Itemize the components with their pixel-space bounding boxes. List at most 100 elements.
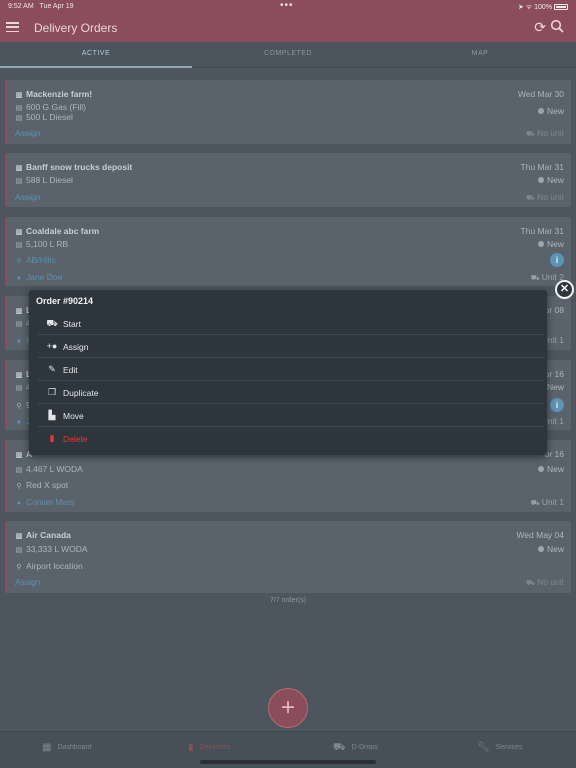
truck-icon: ⛟ [526,131,535,138]
order-date: or 16 [544,369,564,379]
location-pin-icon: ⚲ [16,403,22,410]
truck-icon: ⛟ [526,195,535,202]
nav-services[interactable]: 🔧︎ Services [477,742,523,753]
fuel-icon: ▤ [15,115,23,122]
building-icon: ▥ [15,372,23,379]
tab-indicator [0,66,192,68]
status-badge: New [546,239,564,249]
add-person-icon: +● [46,341,58,351]
vehicle-label: No unit [537,577,564,587]
order-name: Air Canada [26,530,71,540]
home-indicator[interactable] [200,760,376,764]
building-icon: ▥ [15,229,23,236]
add-order-button[interactable]: + [268,688,308,728]
assign-button[interactable]: +● Assign [38,335,544,358]
building-icon: ▥ [15,452,23,459]
order-date: or 16 [544,449,564,459]
person-icon: ● [16,275,22,282]
duplicate-button[interactable]: ❐ Duplicate [38,381,544,404]
nav-d-drops[interactable]: ⛟ D-Drops [333,742,378,755]
info-icon[interactable]: i [550,253,564,267]
close-popup-button[interactable]: ✕ [555,280,574,299]
order-date: Wed Mar 30 [517,89,564,99]
assign-link[interactable]: Assign [15,577,41,587]
order-name: Coaldale abc farm [26,226,100,236]
order-card[interactable]: ▥ Mackenzie farm! Wed Mar 30 ▤ 600 G Gas (… [5,80,571,144]
fuel-icon: ▤ [15,321,23,328]
start-button[interactable]: ⛟ Start [38,312,544,335]
order-card[interactable]: ▥ Banff snow trucks deposit Thu Mar 31 ▤ 5… [5,153,571,207]
status-dot [537,108,544,114]
location-label: Red X spot [26,480,69,490]
tab-completed[interactable]: COMPLETED [228,50,348,57]
product-line: 588 L Diesel [26,175,73,185]
multitask-dots[interactable]: ••• [280,0,294,11]
copy-icon: ❐ [47,387,57,397]
battery-icon [554,4,568,10]
info-icon[interactable]: i [550,398,564,412]
assign-link[interactable]: Assign [15,192,41,202]
product-line: 33,333 L WODA [26,544,88,554]
truck-icon: ⛟ [333,742,346,753]
order-card[interactable]: ▥ Coaldale abc farm Thu Mar 31 ▤ 5,100 L R… [5,217,571,286]
order-date: or 08 [544,305,564,315]
fuel-icon: ▤ [15,467,23,474]
status-badge: New [546,544,564,554]
popup-title: Order #90214 [36,296,94,306]
order-date: Thu Mar 31 [520,162,564,172]
fuel-icon: ▤ [15,242,23,249]
order-name: Mackenzie farm! [26,89,93,99]
trash-icon: ▮ [49,433,55,443]
nav-deliveries[interactable]: ▮ Deliveries [188,742,230,753]
delete-button[interactable]: ▮ Delete [38,427,544,450]
order-actions-popup: Order #90214 ⛟ Start +● Assign ✎ Edit ❐ … [29,290,547,455]
nav-dashboard[interactable]: ▦ Dashboard [42,742,92,753]
status-dot [537,241,544,247]
fuel-icon: ▤ [15,105,23,112]
edit-button[interactable]: ✎ Edit [38,358,544,381]
tab-active[interactable]: ACTIVE [36,50,156,57]
location-pin-icon: ⚲ [16,483,22,490]
page-title: Delivery Orders [34,21,118,35]
order-card[interactable]: ▥ Air Canada Wed May 04 ▤ 33,333 L WODA Ne… [5,521,571,593]
order-date: Wed May 04 [516,530,564,540]
location-label: AB/Hills [26,255,56,265]
building-icon: ▥ [15,92,23,99]
order-date: Thu Mar 31 [520,226,564,236]
status-dot [537,546,544,552]
truck-icon: ⛟ [530,275,540,282]
status-indicators: ➤ ᯤ 100% [518,3,568,12]
driver-link[interactable]: Jane Doe [26,272,62,282]
move-button[interactable]: ▙ Move [38,404,544,427]
person-icon: ● [16,338,22,345]
driver-link[interactable]: Conian Mars [26,497,74,507]
truck-icon: ⛟ [530,500,540,507]
location-pin-icon: ⚲ [16,258,22,265]
vehicle-label: No unit [537,128,564,138]
app-bar: Delivery Orders ⟳ [0,14,576,42]
tab-map[interactable]: MAP [420,50,540,57]
hamburger-menu-icon[interactable] [6,22,19,33]
status-badge: New [546,382,564,392]
location-label: Airport location [26,561,83,571]
refresh-icon[interactable]: ⟳ [534,19,546,36]
product-line: 500 L Diesel [26,112,73,122]
product-line: 600 G Gas (Fill) [26,102,86,112]
product-line: 4,467 L WODA [26,464,83,474]
order-tabs: ACTIVE COMPLETED MAP [0,42,576,68]
pencil-icon: ✎ [48,364,56,374]
person-icon: ● [16,419,22,426]
building-icon: ▥ [15,308,23,315]
assign-link[interactable]: Assign [15,128,41,138]
truck-icon: ⛟ [526,580,535,587]
person-icon: ● [16,500,22,507]
location-pin-icon: ⚲ [16,564,22,571]
status-time: 9:52 AM Tue Apr 19 [8,3,74,10]
status-dot [537,177,544,183]
fuel-icon: ▤ [15,547,23,554]
status-dot [537,466,544,472]
wrench-icon: 🔧︎ [477,742,490,753]
order-count: 7/7 order(s) [269,597,307,604]
search-icon[interactable] [550,19,564,33]
fuel-icon: ▤ [15,178,23,185]
